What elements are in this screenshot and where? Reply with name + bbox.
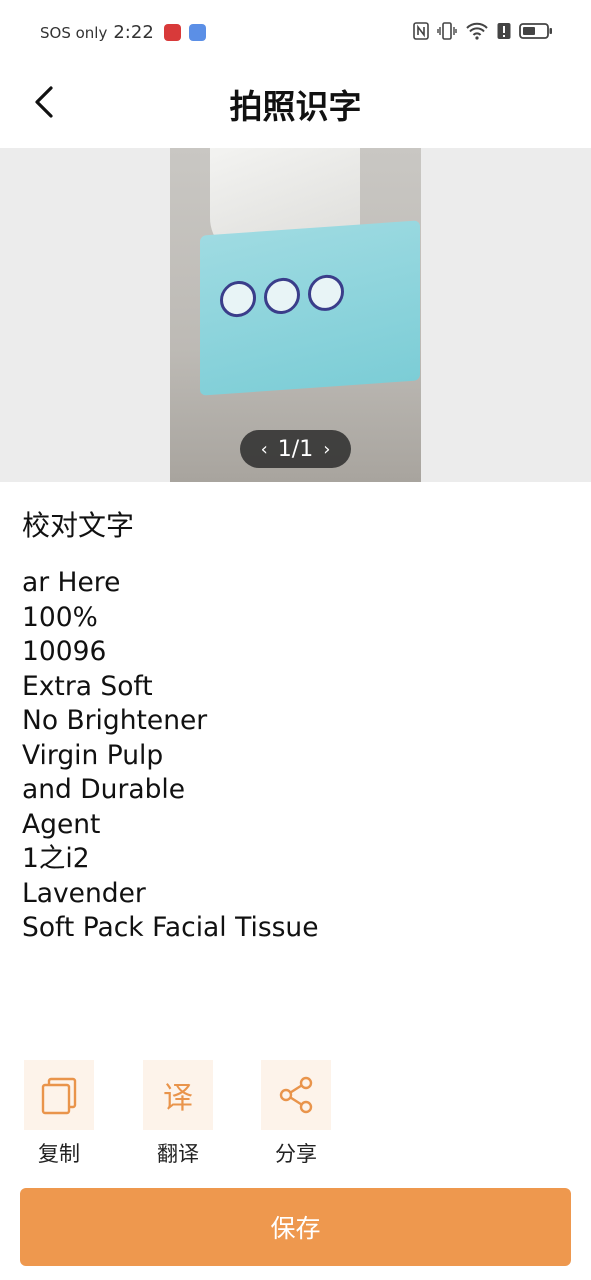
page-indicator-text: 1/1 bbox=[277, 436, 314, 462]
recognized-text-line: 1之i2 bbox=[22, 843, 90, 874]
recognized-text-line: Agent bbox=[22, 808, 101, 840]
recognized-text-line: 100% bbox=[22, 601, 98, 633]
translate-button[interactable]: 译 翻译 bbox=[143, 1060, 213, 1168]
recognized-text-line: Soft Pack Facial Tissue bbox=[22, 912, 319, 943]
translate-tile: 译 bbox=[143, 1060, 213, 1130]
save-button[interactable]: 保存 bbox=[20, 1188, 571, 1266]
pack-badges bbox=[220, 273, 344, 319]
pack-badge-icon bbox=[220, 279, 256, 319]
recognized-text-editor[interactable]: ar Here 100% 10096 Extra Soft No Brighte… bbox=[22, 566, 572, 946]
battery-icon bbox=[519, 23, 552, 39]
notification-app-icon bbox=[163, 24, 181, 41]
page-indicator: ‹ 1/1 › bbox=[240, 430, 351, 468]
proofread-heading: 校对文字 bbox=[22, 509, 135, 542]
recognized-text-line: and Durable bbox=[22, 774, 186, 805]
pack-badge-icon bbox=[308, 273, 344, 313]
status-bar: SOS only 2:22 bbox=[0, 0, 591, 66]
share-label: 分享 bbox=[275, 1142, 317, 1166]
page-title: 拍照识字 bbox=[229, 87, 362, 126]
recognized-text-line: 10096 bbox=[22, 636, 107, 667]
notification-app-icon bbox=[188, 24, 206, 41]
share-button[interactable]: 分享 bbox=[261, 1060, 331, 1168]
wifi-icon bbox=[466, 22, 488, 40]
prev-image-icon[interactable]: ‹ bbox=[261, 439, 268, 460]
next-image-icon[interactable]: › bbox=[323, 439, 330, 460]
copy-icon bbox=[41, 1077, 77, 1115]
translate-label: 翻译 bbox=[157, 1142, 199, 1166]
tissue-pack-illustration bbox=[200, 220, 420, 396]
share-tile bbox=[261, 1060, 331, 1130]
recognized-text-line: Virgin Pulp bbox=[22, 739, 164, 771]
alert-icon bbox=[497, 23, 511, 39]
recognized-text-line: ar Here bbox=[22, 567, 121, 598]
action-bar: 复制 译 翻译 分享 bbox=[0, 1060, 591, 1170]
copy-tile bbox=[24, 1060, 94, 1130]
vibrate-icon bbox=[437, 22, 457, 40]
nfc-icon bbox=[413, 22, 429, 40]
recognized-text-line: Lavender bbox=[22, 877, 146, 909]
app-header: 拍照识字 bbox=[0, 66, 591, 146]
translate-icon: 译 bbox=[163, 1081, 193, 1116]
copy-label: 复制 bbox=[38, 1142, 80, 1166]
clock: 2:22 bbox=[113, 22, 154, 43]
status-left: SOS only 2:22 bbox=[40, 22, 206, 43]
recognized-text-line: Extra Soft bbox=[22, 670, 153, 702]
image-viewer: ‹ 1/1 › bbox=[0, 148, 591, 482]
status-right bbox=[413, 22, 553, 40]
copy-button[interactable]: 复制 bbox=[24, 1060, 94, 1168]
pack-badge-icon bbox=[264, 276, 300, 316]
share-icon bbox=[279, 1076, 313, 1114]
carrier-text: SOS only bbox=[40, 23, 108, 42]
recognized-text-line: No Brightener bbox=[22, 705, 208, 736]
